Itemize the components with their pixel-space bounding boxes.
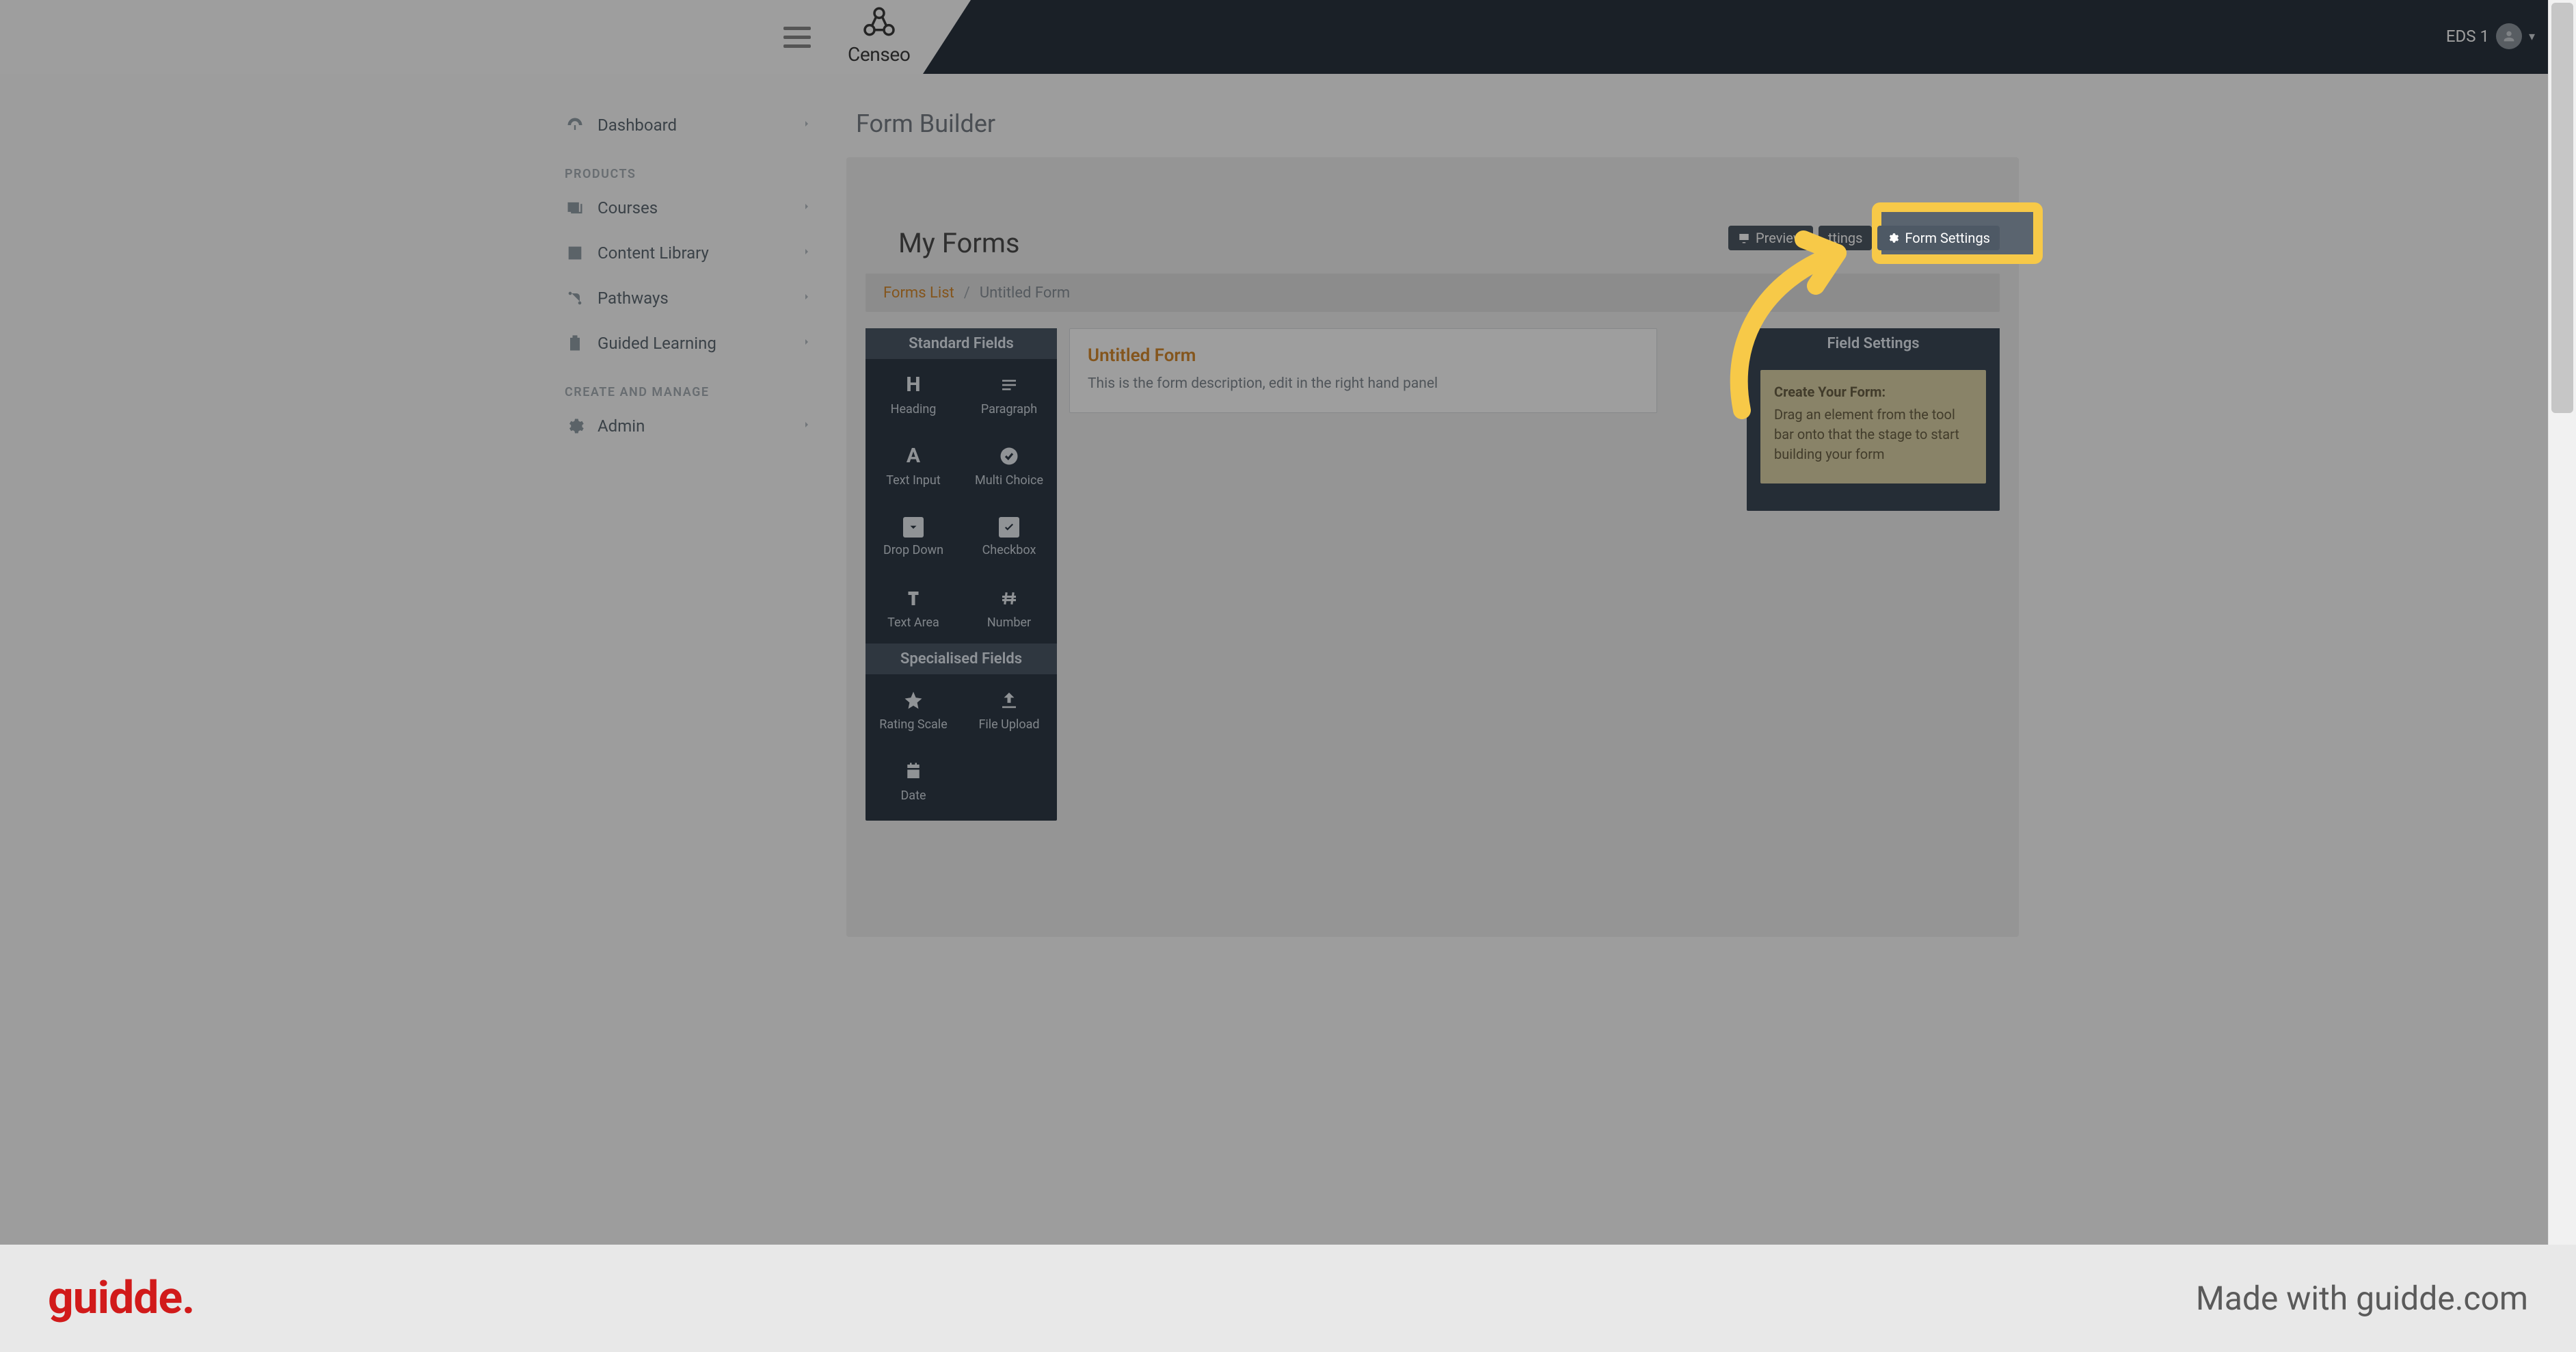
nav-label: Courses — [598, 198, 658, 217]
clipboard-icon — [565, 333, 585, 354]
chevron-right-icon — [801, 118, 812, 132]
brand-name: Censeo — [848, 43, 910, 66]
palette-label: Rating Scale — [879, 717, 947, 732]
caret-down-icon: ▾ — [2529, 29, 2535, 44]
palette-drop-down[interactable]: Drop Down — [866, 501, 961, 572]
palette-text-area[interactable]: Text Area — [866, 572, 961, 644]
form-description: This is the form description, edit in th… — [1088, 375, 1639, 392]
text-area-icon — [902, 587, 925, 610]
text-input-icon: A — [902, 445, 925, 468]
paragraph-icon — [997, 373, 1021, 397]
chevron-right-icon — [801, 291, 812, 305]
pathways-icon — [565, 288, 585, 308]
palette-date[interactable]: Date — [866, 745, 961, 817]
page-title: Form Builder — [856, 109, 995, 138]
heading-icon: H — [902, 373, 925, 397]
palette-label: Drop Down — [883, 543, 943, 557]
nav-heading-manage: CREATE AND MANAGE — [565, 385, 820, 399]
guidde-logo: guidde. — [48, 1272, 194, 1325]
nav-label: Content Library — [598, 243, 709, 263]
user-label: EDS 1 — [2446, 27, 2489, 46]
palette-label: Paragraph — [981, 402, 1037, 416]
form-settings-label: Form Settings — [1905, 231, 1990, 245]
guidde-footer: guidde. Made with guidde.com — [0, 1245, 2576, 1352]
top-bar-left — [0, 0, 984, 74]
chevron-right-icon — [801, 201, 812, 215]
palette-heading[interactable]: H Heading — [866, 359, 961, 430]
brand: Censeo — [848, 5, 910, 66]
gear-icon — [1887, 232, 1899, 244]
nav-label: Dashboard — [598, 116, 677, 135]
library-icon — [565, 243, 585, 263]
palette-label: Text Area — [887, 615, 939, 630]
palette-label: File Upload — [978, 717, 1039, 732]
annotation-arrow-icon — [1701, 205, 1879, 424]
palette-checkbox[interactable]: Checkbox — [961, 501, 1057, 572]
nav-label: Pathways — [598, 289, 669, 308]
nav-dashboard[interactable]: Dashboard — [561, 103, 820, 148]
palette-header-special: Specialised Fields — [866, 644, 1057, 674]
star-icon — [902, 689, 925, 712]
nav-label: Guided Learning — [598, 334, 716, 353]
palette-label: Checkbox — [982, 543, 1036, 557]
palette-rating-scale[interactable]: Rating Scale — [866, 674, 961, 745]
chevron-right-icon — [801, 419, 812, 433]
palette-label: Heading — [891, 402, 937, 416]
palette-label: Date — [900, 788, 926, 803]
nav-admin[interactable]: Admin — [561, 403, 820, 449]
palette-header-standard: Standard Fields — [866, 328, 1057, 359]
censeo-logo-icon — [860, 5, 898, 43]
scrollbar[interactable] — [2548, 0, 2576, 1245]
sidebar: Dashboard PRODUCTS Courses Content Libra… — [561, 103, 820, 449]
multi-choice-icon — [997, 445, 1021, 468]
breadcrumb-current: Untitled Form — [980, 284, 1070, 302]
nav-content-library[interactable]: Content Library — [561, 230, 820, 276]
menu-toggle-button[interactable] — [783, 23, 811, 51]
palette-number[interactable]: Number — [961, 572, 1057, 644]
palette-multi-choice[interactable]: Multi Choice — [961, 430, 1057, 501]
form-stage[interactable]: Untitled Form This is the form descripti… — [1069, 328, 1657, 413]
palette-label: Multi Choice — [975, 473, 1043, 488]
number-icon — [997, 587, 1021, 610]
palette-text-input[interactable]: A Text Input — [866, 430, 961, 501]
top-bar: Censeo EDS 1 ▾ — [0, 0, 2576, 74]
my-forms-heading: My Forms — [898, 227, 1020, 259]
chevron-right-icon — [801, 246, 812, 260]
scrollbar-thumb[interactable] — [2551, 3, 2573, 413]
palette-paragraph[interactable]: Paragraph — [961, 359, 1057, 430]
breadcrumb-forms-list[interactable]: Forms List — [883, 284, 954, 302]
form-settings-button[interactable]: Form Settings — [1877, 226, 2000, 250]
app-area: Censeo EDS 1 ▾ Dashboard — [0, 0, 2576, 1245]
chevron-right-icon — [801, 336, 812, 350]
palette-label: Number — [987, 615, 1031, 630]
user-avatar-icon — [2496, 23, 2522, 49]
palette-label: Text Input — [886, 473, 940, 488]
nav-heading-products: PRODUCTS — [565, 167, 820, 181]
guidde-attribution: Made with guidde.com — [2196, 1279, 2528, 1318]
breadcrumb-separator: / — [964, 284, 970, 302]
form-title: Untitled Form — [1088, 345, 1639, 366]
field-palette: Standard Fields H Heading Paragraph A Te… — [866, 328, 1057, 821]
nav-pathways[interactable]: Pathways — [561, 276, 820, 321]
checkbox-icon — [999, 517, 1019, 538]
drop-down-icon — [903, 517, 924, 538]
top-bar-right — [971, 0, 2576, 74]
upload-icon — [997, 689, 1021, 712]
palette-file-upload[interactable]: File Upload — [961, 674, 1057, 745]
courses-icon — [565, 198, 585, 218]
nav-courses[interactable]: Courses — [561, 185, 820, 230]
nav-label: Admin — [598, 416, 645, 436]
gear-icon — [565, 416, 585, 436]
nav-guided-learning[interactable]: Guided Learning — [561, 321, 820, 366]
dashboard-icon — [565, 115, 585, 135]
main-panel: My Forms Preview ttings Form Settings — [846, 157, 2019, 937]
user-menu[interactable]: EDS 1 ▾ — [2446, 23, 2535, 49]
calendar-icon — [902, 760, 925, 783]
